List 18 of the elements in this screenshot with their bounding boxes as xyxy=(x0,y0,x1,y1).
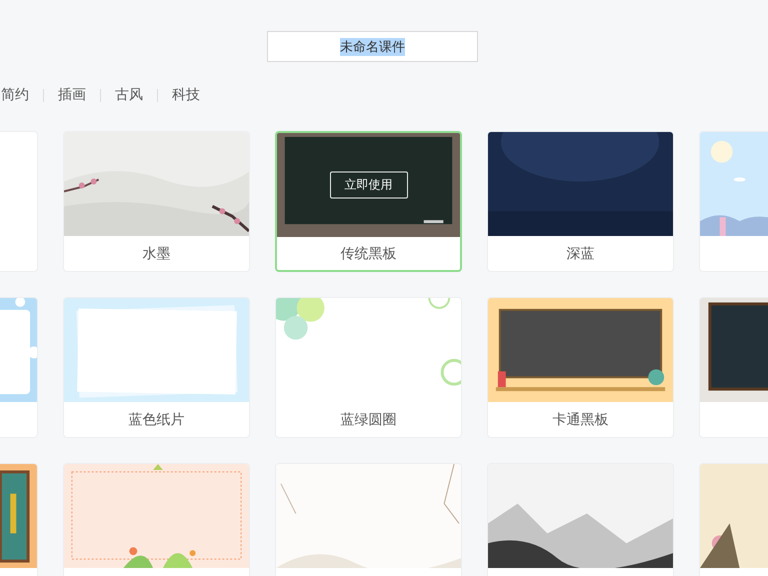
use-button[interactable]: 立即使用 xyxy=(330,172,408,198)
template-name: 蓝绿圆圈 xyxy=(340,410,396,428)
template-card[interactable]: 深蓝 xyxy=(487,131,674,272)
title-field[interactable]: 未命名课件 xyxy=(267,31,478,62)
template-card[interactable]: 立即使用 传统黑板 xyxy=(275,131,462,272)
template-card[interactable]: 蓝色纸片 xyxy=(63,297,250,438)
template-card[interactable]: 水墨 xyxy=(63,131,250,272)
template-name: 深蓝 xyxy=(566,244,594,262)
template-card[interactable]: 蓝绿圆圈 xyxy=(275,297,462,438)
template-name: 蓝色纸片 xyxy=(128,410,184,428)
category-tab[interactable]: 插画 xyxy=(58,86,86,104)
template-name: 卡通黑板 xyxy=(552,410,608,428)
category-tab[interactable]: 古风 xyxy=(115,86,143,104)
category-tab[interactable]: 简约 xyxy=(1,86,29,104)
template-name: 传统黑板 xyxy=(340,244,396,262)
template-card[interactable]: 卡通黑板 xyxy=(487,297,674,438)
template-name: 水墨 xyxy=(142,244,170,262)
category-tab[interactable]: 科技 xyxy=(172,86,200,104)
